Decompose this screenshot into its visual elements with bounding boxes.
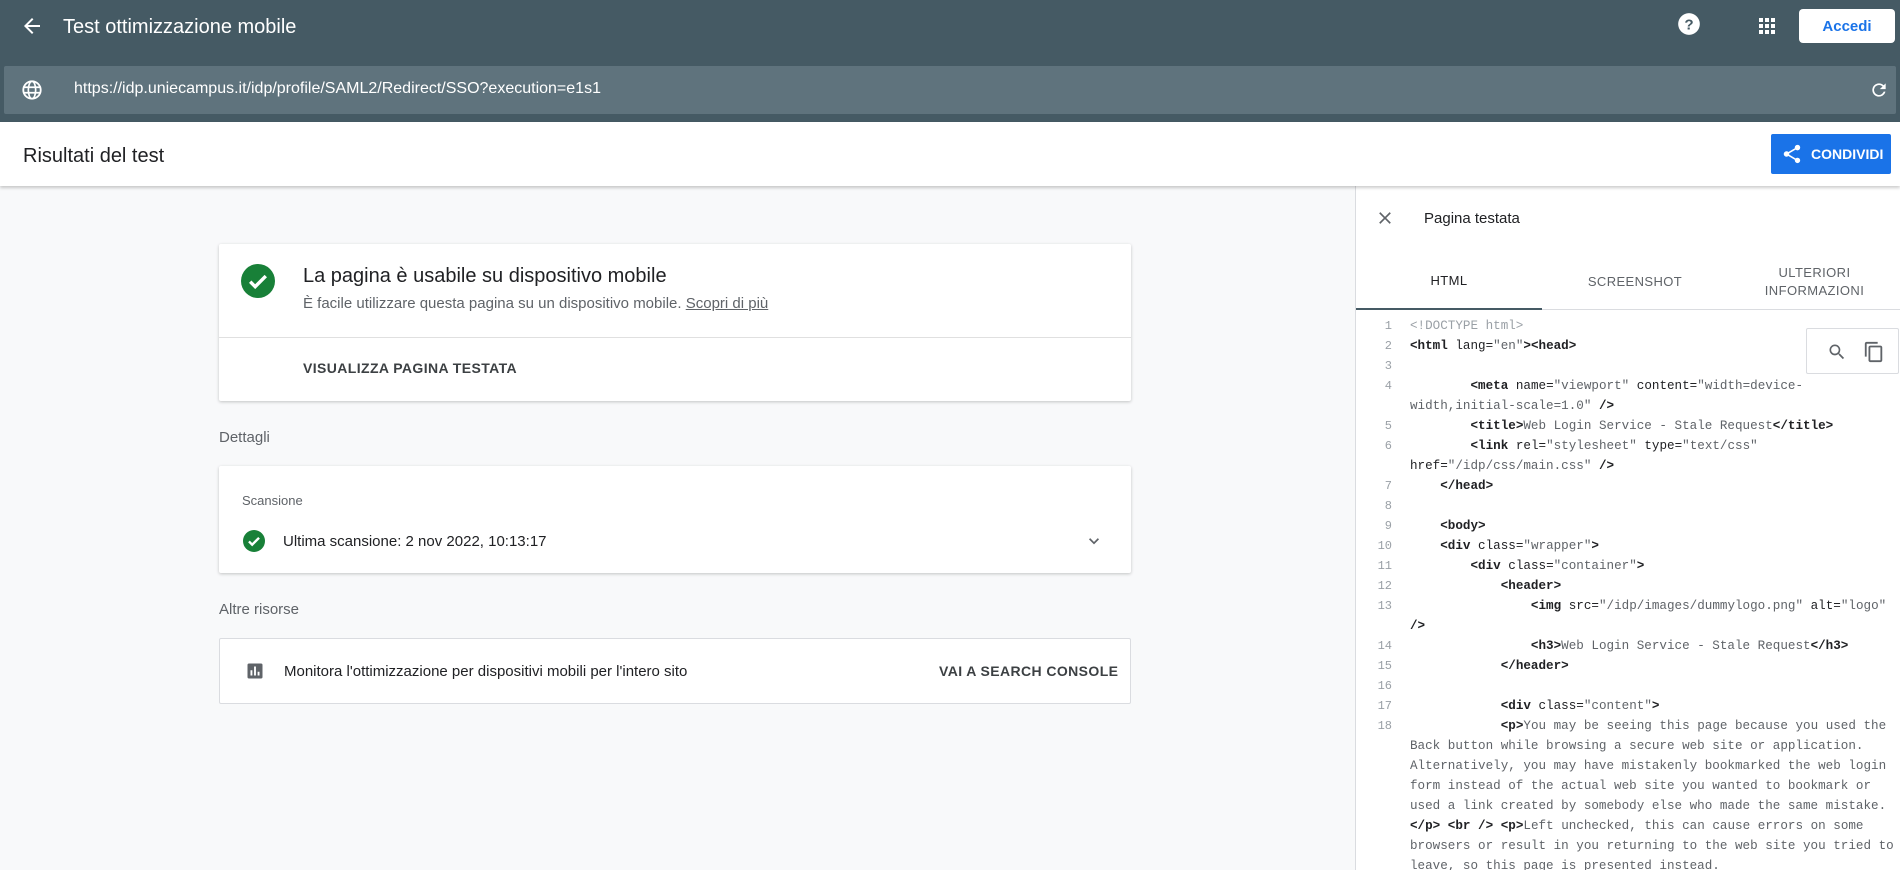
results-title: Risultati del test (23, 145, 165, 167)
share-icon (1783, 144, 1801, 164)
line-number: 15 (1377, 659, 1392, 673)
view-tested-page-button[interactable]: VISUALIZZA PAGINA TESTATA (303, 360, 517, 376)
code-line: 5 <title>Web Login Service - Stale Reque… (1356, 416, 1900, 436)
line-number: 11 (1377, 559, 1392, 573)
code-text: <div class="container"> (1470, 559, 1645, 573)
tab-html[interactable]: HTML (1356, 254, 1542, 310)
close-icon[interactable] (1375, 208, 1395, 228)
signin-button[interactable]: Accedi (1799, 9, 1895, 43)
apps-grid-icon[interactable] (1755, 14, 1779, 38)
code-line: 8 (1356, 496, 1900, 516)
code-text: <header> (1500, 579, 1562, 593)
code-text: <img src="/idp/images/dummylogo.png" alt… (1410, 599, 1887, 633)
code-text: </head> (1440, 479, 1494, 493)
line-number: 6 (1384, 439, 1392, 453)
details-label: Dettagli (219, 429, 270, 446)
line-number: 13 (1377, 599, 1392, 613)
search-icon[interactable] (1827, 342, 1847, 362)
tab-more-info[interactable]: ULTERIORI INFORMAZIONI (1728, 254, 1900, 310)
code-line: 15 </header> (1356, 656, 1900, 676)
line-number: 4 (1384, 379, 1392, 393)
html-code-viewer[interactable]: 1 <!DOCTYPE html> 2 <html lang="en"><head> 3… (1356, 310, 1900, 870)
code-line: 6 <link rel="stylesheet" type="text/css"… (1356, 436, 1900, 476)
result-description-text: È facile utilizzare questa pagina su un … (303, 295, 682, 312)
share-button[interactable]: CONDIVIDI (1771, 134, 1891, 174)
other-resources-label: Altre risorse (219, 601, 300, 618)
line-number: 5 (1384, 419, 1392, 433)
search-console-link[interactable]: VAI A SEARCH CONSOLE (939, 663, 1118, 679)
url-bar: https://idp.uniecampus.it/idp/profile/SA… (0, 55, 1900, 122)
code-tools (1806, 328, 1899, 374)
app-bar: Test ottimizzazione mobile ? Accedi (0, 0, 1900, 55)
chevron-down-icon[interactable] (1084, 531, 1104, 551)
resource-text: Monitora l'ottimizzazione per dispositiv… (284, 663, 688, 680)
scan-card[interactable]: Scansione Ultima scansione: 2 nov 2022, … (219, 466, 1131, 573)
scan-label: Scansione (242, 493, 303, 508)
url-field[interactable]: https://idp.uniecampus.it/idp/profile/SA… (4, 66, 1896, 114)
code-text: </header> (1500, 659, 1569, 673)
copy-icon[interactable] (1863, 341, 1885, 363)
learn-more-link[interactable]: Scopri di più (686, 295, 769, 312)
result-title: La pagina è usabile su dispositivo mobil… (303, 265, 667, 287)
line-number: 2 (1384, 339, 1392, 353)
help-icon[interactable]: ? (1676, 11, 1702, 37)
bar-chart-icon (247, 663, 263, 679)
code-text: <p>You may be seeing this page because y… (1410, 719, 1894, 870)
globe-icon (22, 80, 42, 100)
code-line: 13 <img src="/idp/images/dummylogo.png" … (1356, 596, 1900, 636)
line-number: 3 (1384, 359, 1392, 373)
back-arrow-icon[interactable] (20, 14, 44, 38)
code-line: 14 <h3>Web Login Service - Stale Request… (1356, 636, 1900, 656)
results-header: Risultati del test CONDIVIDI (0, 122, 1900, 186)
refresh-icon[interactable] (1869, 80, 1889, 100)
line-number: 17 (1377, 699, 1392, 713)
code-line: 4 <meta name="viewport" content="width=d… (1356, 376, 1900, 416)
divider (219, 337, 1131, 338)
result-description: È facile utilizzare questa pagina su un … (303, 295, 768, 312)
check-circle-icon (243, 530, 265, 552)
code-line: 9 <body> (1356, 516, 1900, 536)
panel-title: Pagina testata (1424, 210, 1520, 227)
code-text: <h3>Web Login Service - Stale Request</h… (1530, 639, 1849, 653)
code-line: 18 <p>You may be seeing this page becaus… (1356, 716, 1900, 870)
code-line: 17 <div class="content"> (1356, 696, 1900, 716)
code-line: 12 <header> (1356, 576, 1900, 596)
line-number: 10 (1377, 539, 1392, 553)
line-number: 9 (1384, 519, 1392, 533)
line-number: 14 (1377, 639, 1392, 653)
line-number: 7 (1384, 479, 1392, 493)
url-text[interactable]: https://idp.uniecampus.it/idp/profile/SA… (74, 80, 601, 98)
svg-text:?: ? (1684, 16, 1693, 33)
line-number: 1 (1384, 319, 1392, 333)
code-text: <meta name="viewport" content="width=dev… (1410, 379, 1804, 413)
code-text: <link rel="stylesheet" type="text/css" h… (1410, 439, 1758, 473)
share-label: CONDIVIDI (1811, 146, 1884, 162)
panel-tabs: HTML SCREENSHOT ULTERIORI INFORMAZIONI (1356, 254, 1900, 310)
code-text: <title>Web Login Service - Stale Request… (1470, 419, 1834, 433)
code-line: 7 </head> (1356, 476, 1900, 496)
line-number: 8 (1384, 499, 1392, 513)
line-number: 16 (1377, 679, 1392, 693)
check-circle-icon (241, 264, 275, 298)
code-text: <div class="wrapper"> (1440, 539, 1599, 553)
app-title: Test ottimizzazione mobile (63, 16, 297, 38)
tested-page-panel: Pagina testata HTML SCREENSHOT ULTERIORI… (1355, 186, 1900, 870)
code-line: 10 <div class="wrapper"> (1356, 536, 1900, 556)
last-scan-text: Ultima scansione: 2 nov 2022, 10:13:17 (283, 533, 547, 550)
code-text: <div class="content"> (1500, 699, 1660, 713)
line-number: 18 (1377, 719, 1392, 733)
resource-card: Monitora l'ottimizzazione per dispositiv… (219, 638, 1131, 704)
code-text: <body> (1440, 519, 1486, 533)
tab-screenshot[interactable]: SCREENSHOT (1542, 254, 1728, 310)
code-line: 16 (1356, 676, 1900, 696)
code-line: 11 <div class="container"> (1356, 556, 1900, 576)
line-number: 12 (1377, 579, 1392, 593)
result-card: La pagina è usabile su dispositivo mobil… (219, 244, 1131, 401)
